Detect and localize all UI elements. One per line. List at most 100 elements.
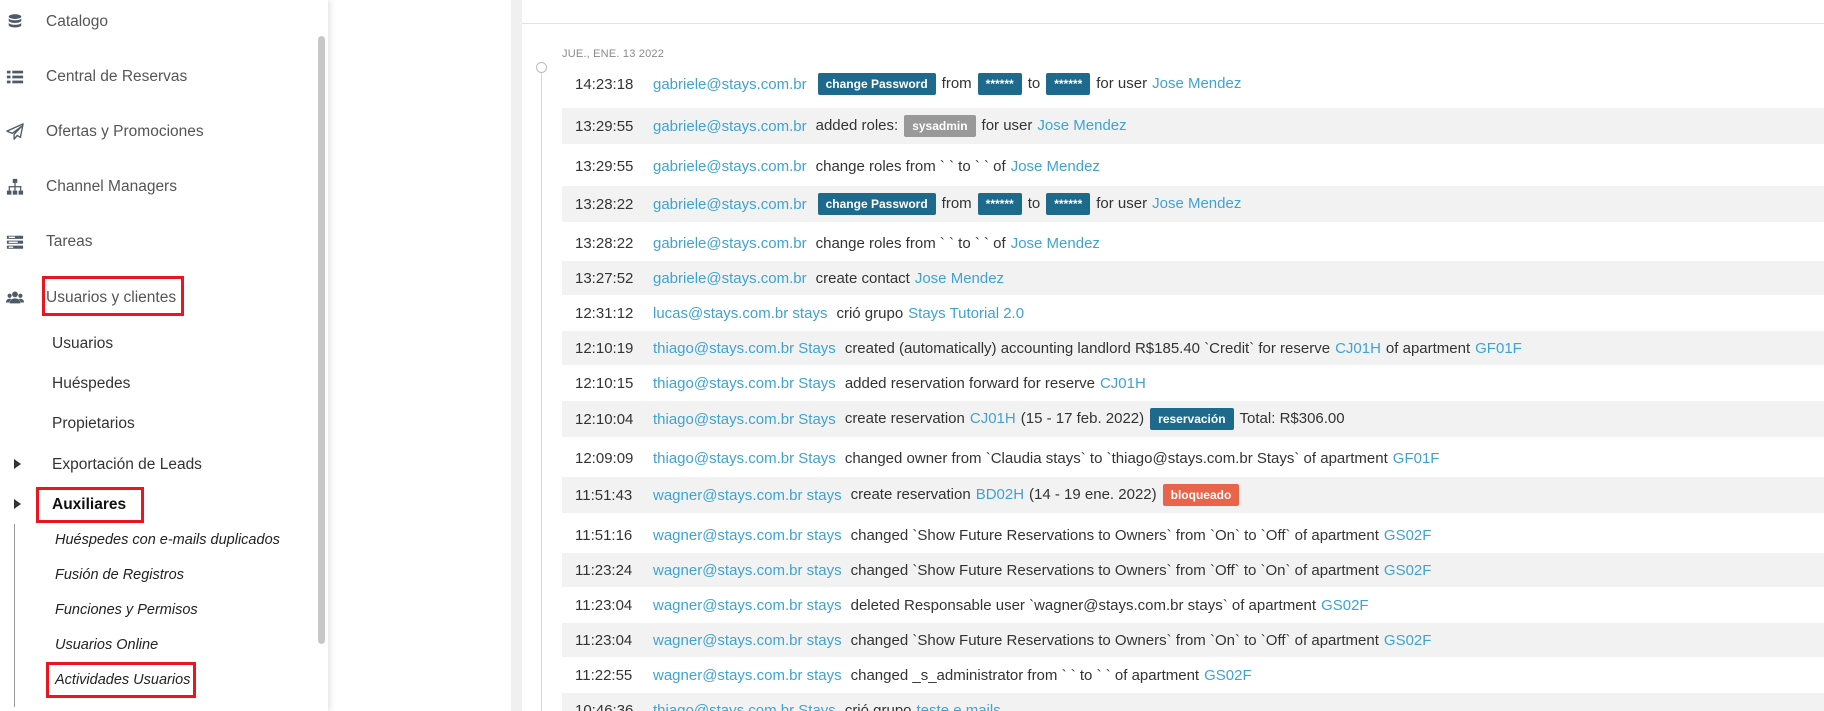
log-row: 11:22:55 wagner@stays.com.br stays changed… (562, 658, 1824, 692)
filter-panel (328, 0, 811, 711)
log-action: changed `Show Future Reservations to Own… (849, 632, 1435, 649)
log-user-link[interactable]: gabriele@stays.com.br (653, 235, 807, 252)
log-user-link[interactable]: wagner@stays.com.br stays (653, 487, 842, 504)
log-text: create reservation (850, 486, 971, 503)
log-entity-link[interactable]: CJ01H (1335, 340, 1381, 357)
log-entity-link[interactable]: CJ01H (1100, 375, 1146, 392)
log-row: 11:23:04 wagner@stays.com.br stays changed… (562, 623, 1824, 657)
log-badge: bloqueado (1162, 484, 1240, 506)
sidebar-item-channel-managers[interactable]: Channel Managers (0, 167, 300, 207)
sidebar-subitem-huespedes[interactable]: Huéspedes (52, 371, 130, 397)
log-user-link[interactable]: thiago@stays.com.br Stays (653, 450, 836, 467)
log-action: crió grupo teste e mails (843, 702, 1004, 711)
log-entity-link[interactable]: GS02F (1204, 667, 1252, 684)
sidebar-item-central-de-reservas[interactable]: Central de Reservas (0, 57, 300, 97)
sidebar-subitem-funciones-y-permisos[interactable]: Funciones y Permisos (55, 597, 198, 623)
sidebar-subitem-huespedes-duplicados[interactable]: Huéspedes con e-mails duplicados (55, 527, 280, 553)
sidebar-subitem-propietarios[interactable]: Propietarios (52, 411, 135, 437)
log-time: 11:51:16 (575, 526, 633, 544)
log-entity-link[interactable]: GS02F (1321, 597, 1369, 614)
log-user-link[interactable]: thiago@stays.com.br Stays (653, 340, 836, 357)
log-user-link[interactable]: lucas@stays.com.br stays (653, 305, 827, 322)
sidebar-subitem-actividades-usuarios[interactable]: Actividades Usuarios (55, 667, 190, 693)
log-entity-link[interactable]: CJ01H (970, 410, 1016, 427)
log-entity-link[interactable]: Jose Mendez (915, 270, 1004, 287)
sidebar-item-label: Tareas (46, 233, 93, 250)
list-icon (6, 68, 24, 86)
paper-plane-icon (6, 123, 24, 141)
log-text: of apartment (1385, 339, 1471, 357)
log-time: 12:31:12 (575, 304, 634, 322)
log-user-link[interactable]: gabriele@stays.com.br (653, 158, 807, 175)
log-user-link[interactable]: gabriele@stays.com.br (653, 270, 807, 287)
expand-caret-icon[interactable] (14, 499, 21, 509)
log-action: added reservation forward for reserve CJ0… (843, 375, 1149, 392)
log-text: for user (1096, 195, 1148, 212)
top-bar (522, 0, 1824, 24)
log-entity-link[interactable]: BD02H (976, 486, 1024, 503)
sidebar-subitem-auxiliares[interactable]: Auxiliares (52, 492, 126, 518)
tasks-icon (6, 233, 24, 251)
expand-caret-icon[interactable] (14, 459, 21, 469)
log-action: create contact Jose Mendez (814, 270, 1007, 287)
log-time: 14:23:18 (575, 75, 634, 93)
log-text: change roles from ` ` to ` ` of (815, 234, 1006, 252)
log-time: 11:23:04 (575, 631, 633, 649)
log-user-link[interactable]: wagner@stays.com.br stays (653, 632, 842, 649)
tree-line (14, 524, 15, 707)
log-entity-link[interactable]: GF01F (1475, 340, 1522, 357)
timeline-dot-icon (536, 62, 547, 73)
log-row: 11:23:04 wagner@stays.com.br stays deleted… (562, 588, 1824, 622)
sidebar-item-tareas[interactable]: Tareas (0, 222, 300, 262)
log-action: create reservation BD02H (14 - 19 ene. 202… (849, 484, 1244, 506)
log-entity-link[interactable]: GS02F (1384, 527, 1432, 544)
log-user-link[interactable]: gabriele@stays.com.br (653, 76, 807, 93)
log-entity-link[interactable]: Jose Mendez (1152, 195, 1241, 212)
timeline-line (541, 62, 542, 711)
log-badge: change Password (817, 73, 936, 95)
log-user-link[interactable]: thiago@stays.com.br Stays (653, 702, 836, 711)
log-entity-link[interactable]: teste e mails (917, 702, 1001, 711)
log-entity-link[interactable]: Jose Mendez (1011, 235, 1100, 252)
log-time: 12:10:04 (575, 410, 634, 428)
log-badge: ****** (1046, 73, 1091, 95)
log-user-link[interactable]: wagner@stays.com.br stays (653, 562, 842, 579)
log-row: 12:10:19 thiago@stays.com.br Stays created… (562, 331, 1824, 365)
sidebar-subitem-usuarios[interactable]: Usuarios (52, 331, 113, 357)
log-user-link[interactable]: gabriele@stays.com.br (653, 118, 807, 135)
log-time: 11:51:43 (575, 486, 633, 504)
log-entity-link[interactable]: Jose Mendez (1037, 117, 1126, 134)
sidebar-subitem-fusion-de-registros[interactable]: Fusión de Registros (55, 562, 184, 588)
log-row: 12:09:09 thiago@stays.com.br Stays changed… (562, 441, 1824, 475)
sitemap-icon (6, 178, 24, 196)
log-badge: ****** (1046, 193, 1091, 215)
log-entity-link[interactable]: GF01F (1393, 450, 1440, 467)
sidebar-subitem-usuarios-online[interactable]: Usuarios Online (55, 632, 158, 658)
sidebar-scrollbar[interactable] (318, 36, 325, 644)
log-user-link[interactable]: thiago@stays.com.br Stays (653, 375, 836, 392)
sidebar-item-catalogo[interactable]: Catalogo (0, 2, 300, 42)
log-text: changed owner from `Claudia stays` to `t… (844, 449, 1388, 467)
log-entity-link[interactable]: GS02F (1384, 562, 1432, 579)
log-time: 12:10:19 (575, 339, 634, 357)
sidebar-subitem-exportacion-de-leads[interactable]: Exportación de Leads (52, 452, 202, 478)
log-action: crió grupo Stays Tutorial 2.0 (834, 305, 1027, 322)
log-action: added roles: sysadmin for user Jose Mendez (814, 115, 1130, 137)
log-action: change Password from ****** to ****** for use… (814, 193, 1245, 215)
log-user-link[interactable]: wagner@stays.com.br stays (653, 527, 842, 544)
log-time: 12:10:15 (575, 374, 634, 392)
log-time: 13:29:55 (575, 117, 634, 135)
log-user-link[interactable]: gabriele@stays.com.br (653, 196, 807, 213)
log-entity-link[interactable]: Stays Tutorial 2.0 (908, 305, 1024, 322)
log-entity-link[interactable]: Jose Mendez (1152, 75, 1241, 92)
log-row: 12:10:15 thiago@stays.com.br Stays added r… (562, 366, 1824, 400)
log-badge: ****** (977, 193, 1022, 215)
log-text: to (1027, 195, 1041, 212)
sidebar-item-ofertas-y-promociones[interactable]: Ofertas y Promociones (0, 112, 300, 152)
log-user-link[interactable]: wagner@stays.com.br stays (653, 667, 842, 684)
log-entity-link[interactable]: GS02F (1384, 632, 1432, 649)
log-user-link[interactable]: thiago@stays.com.br Stays (653, 411, 836, 428)
log-user-link[interactable]: wagner@stays.com.br stays (653, 597, 842, 614)
sidebar-item-usuarios-y-clientes[interactable]: Usuarios y clientes (0, 278, 300, 318)
log-entity-link[interactable]: Jose Mendez (1011, 158, 1100, 175)
